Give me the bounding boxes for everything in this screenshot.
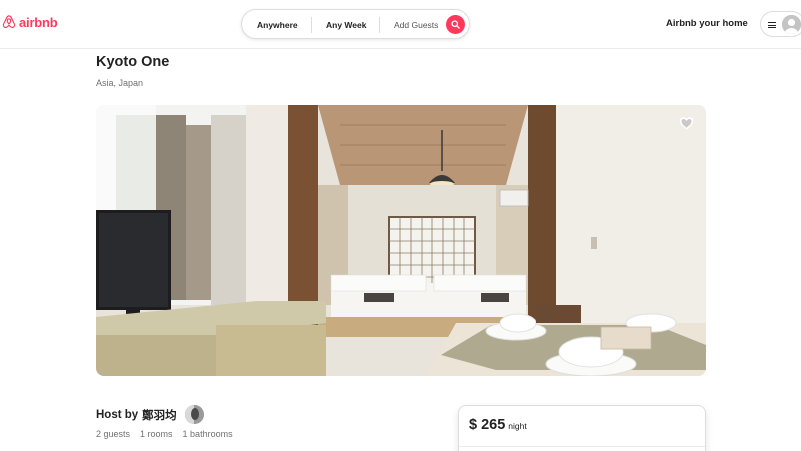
price-unit: night	[508, 421, 527, 431]
listing-title: Kyoto One	[96, 54, 170, 70]
card-divider	[459, 446, 705, 447]
host-avatar-icon[interactable]	[184, 405, 204, 424]
bathrooms-count: 1 bathrooms	[182, 429, 233, 439]
search-any-week[interactable]: Any Week	[326, 20, 366, 30]
search-divider	[311, 17, 312, 33]
airbnb-your-home-link[interactable]: Airbnb your home	[666, 18, 748, 29]
host-info: Host by 鄭羽均	[96, 405, 204, 424]
host-name: 鄭羽均	[142, 409, 177, 422]
search-icon	[451, 20, 460, 29]
price-line: $ 265 night	[469, 417, 527, 433]
listing-location: Asia, Japan	[96, 78, 144, 88]
booking-card: $ 265 night	[458, 405, 706, 451]
brand-name: airbnb	[19, 14, 58, 30]
rooms-count: 1 rooms	[140, 429, 173, 439]
user-avatar-icon	[782, 15, 801, 34]
listing-photo[interactable]	[96, 105, 706, 376]
guests-count: 2 guests	[96, 429, 131, 439]
search-divider	[379, 17, 380, 33]
top-navigation: airbnb Anywhere Any Week Add Guests Airb…	[0, 0, 801, 49]
heart-icon[interactable]	[679, 116, 694, 130]
price-amount: $ 265	[469, 417, 506, 433]
search-button[interactable]	[446, 15, 465, 34]
host-label: Host by	[96, 408, 139, 421]
listing-stats: 2 guests 1 rooms 1 bathrooms	[96, 429, 233, 439]
airbnb-logo[interactable]: airbnb	[2, 14, 58, 30]
airbnb-logo-icon	[2, 15, 16, 29]
search-bar[interactable]: Anywhere Any Week Add Guests	[241, 9, 470, 39]
user-menu-button[interactable]	[760, 11, 801, 37]
search-add-guests[interactable]: Add Guests	[394, 20, 438, 30]
room-image	[96, 105, 706, 376]
hamburger-icon	[768, 22, 776, 28]
search-anywhere[interactable]: Anywhere	[257, 20, 298, 30]
